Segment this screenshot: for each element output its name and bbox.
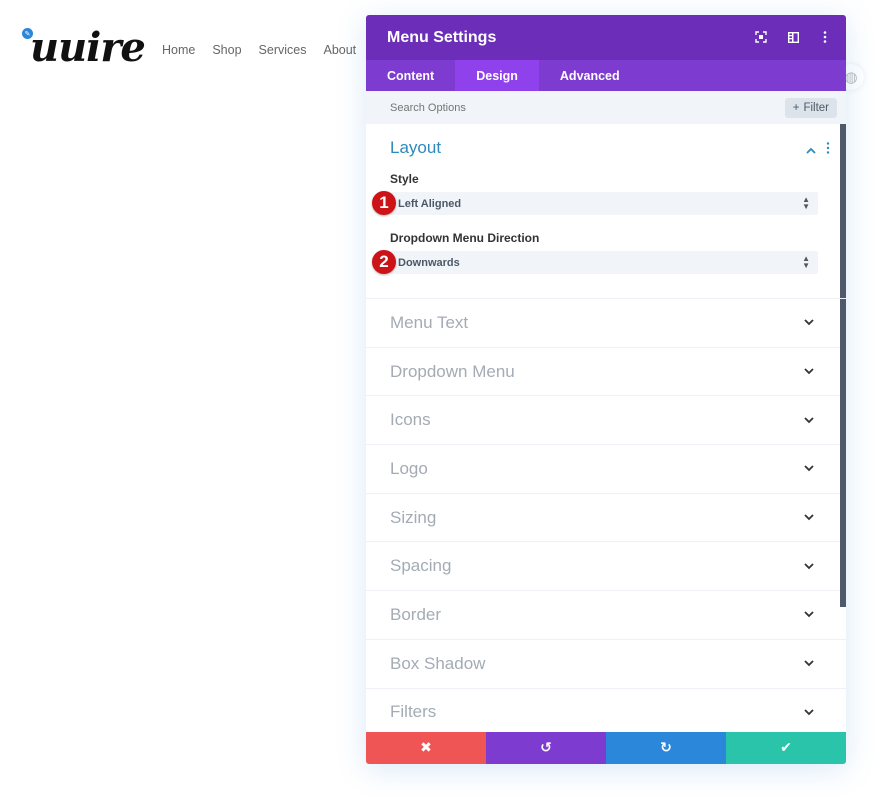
settings-body: Layout Style 1 Left Aligned ▲ ▼ Dropdown … — [366, 124, 846, 732]
chevron-up-icon[interactable] — [806, 143, 816, 157]
modal-footer: ✖ ↺ ↻ ✔ — [366, 732, 846, 764]
page: ✎ uuire Home Shop Services About C ◍ Men… — [0, 0, 880, 796]
section-more-icon[interactable] — [826, 142, 830, 157]
section-title: Dropdown Menu — [390, 361, 515, 381]
section-title: Sizing — [390, 507, 437, 527]
dropdown-direction-label: Dropdown Menu Direction — [390, 231, 540, 245]
section-icons[interactable]: Icons — [366, 396, 846, 446]
section-border[interactable]: Border — [366, 591, 846, 640]
tab-design[interactable]: Design — [455, 60, 539, 91]
section-title: Filters — [390, 702, 437, 722]
chevron-down-icon[interactable] — [804, 365, 814, 378]
filter-button[interactable]: + Filter — [784, 97, 837, 118]
nav-item-shop[interactable]: Shop — [212, 43, 241, 57]
section-layout: Layout Style 1 Left Aligned ▲ ▼ Dropdown … — [366, 124, 846, 299]
site-logo[interactable]: uuire — [30, 24, 146, 71]
select-arrows-icon: ▲ ▼ — [802, 195, 810, 211]
chevron-down-icon[interactable] — [804, 511, 814, 524]
section-logo[interactable]: Logo — [366, 445, 846, 494]
undo-icon: ↺ — [540, 740, 552, 756]
section-menu-text[interactable]: Menu Text — [366, 299, 846, 348]
step-badge-2: 2 — [372, 250, 396, 274]
section-title: Logo — [390, 458, 428, 478]
chevron-down-icon[interactable] — [804, 608, 814, 621]
section-title: Border — [390, 604, 442, 624]
step-badge-1: 1 — [372, 191, 396, 215]
close-icon: ✖ — [420, 740, 432, 756]
cancel-button[interactable]: ✖ — [366, 732, 486, 764]
section-box-shadow[interactable]: Box Shadow — [366, 640, 846, 689]
redo-button[interactable]: ↻ — [606, 732, 726, 764]
nav-item-services[interactable]: Services — [259, 43, 307, 57]
section-title: Spacing — [390, 556, 452, 576]
expand-icon[interactable] — [754, 29, 768, 45]
section-filters[interactable]: Filters — [366, 689, 846, 733]
chevron-down-icon[interactable] — [804, 657, 814, 670]
tab-advanced[interactable]: Advanced — [539, 60, 641, 91]
more-options-icon[interactable] — [818, 29, 832, 45]
chevron-down-icon[interactable] — [804, 462, 814, 475]
nav-item-home[interactable]: Home — [162, 43, 195, 57]
undo-button[interactable]: ↺ — [486, 732, 606, 764]
search-input[interactable] — [390, 101, 690, 114]
section-spacing[interactable]: Spacing — [366, 542, 846, 592]
style-value: Left Aligned — [398, 197, 462, 210]
dropdown-direction-select[interactable]: 2 Downwards ▲ ▼ — [372, 250, 818, 274]
save-button[interactable]: ✔ — [726, 732, 846, 764]
section-dropdown-menu[interactable]: Dropdown Menu — [366, 348, 846, 397]
modal-header[interactable]: Menu Settings — [366, 15, 846, 60]
tab-bar: Content Design Advanced — [366, 60, 846, 91]
section-title: Box Shadow — [390, 653, 486, 673]
dropdown-direction-value: Downwards — [398, 256, 460, 269]
modal-title: Menu Settings — [387, 28, 497, 46]
section-title: Menu Text — [390, 312, 469, 332]
redo-icon: ↻ — [660, 740, 672, 756]
chevron-down-icon[interactable] — [804, 560, 814, 573]
checkmark-icon: ✔ — [780, 740, 792, 756]
style-label: Style — [390, 172, 419, 186]
section-title: Icons — [390, 410, 431, 430]
split-view-icon[interactable] — [786, 29, 800, 45]
plus-icon: + — [792, 101, 800, 114]
select-arrows-icon: ▲ ▼ — [802, 254, 810, 270]
section-sizing[interactable]: Sizing — [366, 494, 846, 543]
chevron-down-icon[interactable] — [804, 316, 814, 329]
settings-modal: Menu Settings Content Design Advanced Se… — [366, 15, 846, 764]
chevron-down-icon[interactable] — [804, 706, 814, 719]
search-row: + Filter — [366, 91, 846, 124]
chevron-down-icon[interactable] — [804, 414, 814, 427]
nav-item-about[interactable]: About — [323, 43, 356, 57]
site-nav: Home Shop Services About C — [162, 43, 399, 57]
filter-label: Filter — [803, 101, 829, 114]
style-select[interactable]: 1 Left Aligned ▲ ▼ — [372, 191, 818, 215]
tab-content[interactable]: Content — [366, 60, 455, 91]
section-title[interactable]: Layout — [390, 138, 818, 158]
